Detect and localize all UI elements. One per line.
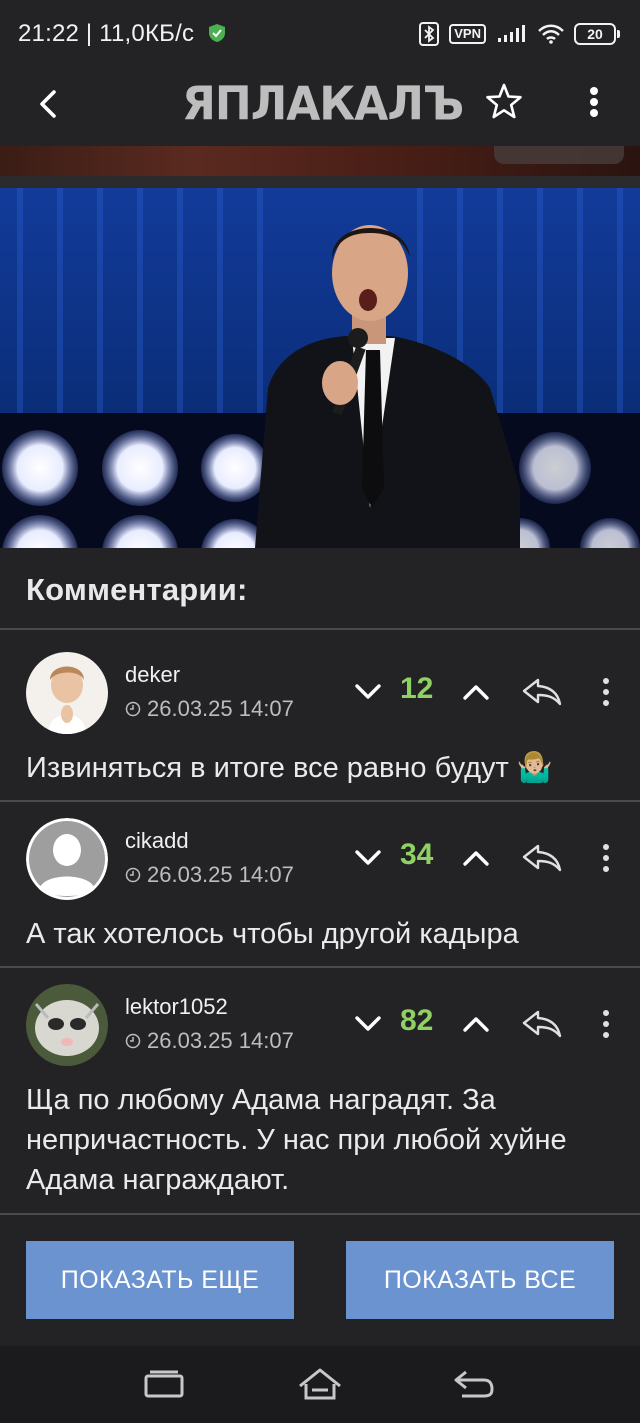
recents-icon[interactable]	[138, 1364, 190, 1404]
system-nav-bar	[0, 1346, 640, 1423]
previous-image-strip	[0, 146, 640, 176]
site-logo[interactable]: ЯПЛАКАЛЪ	[182, 77, 464, 132]
more-vert-icon[interactable]	[578, 80, 610, 124]
back-arrow-icon[interactable]	[28, 82, 72, 126]
chevron-up-icon[interactable]	[460, 676, 492, 708]
nav-back-icon[interactable]	[448, 1364, 500, 1404]
signal-icon	[498, 25, 525, 42]
comments-title: Комментарии:	[26, 572, 248, 607]
comment-score: 12	[400, 672, 434, 705]
image-overlay-pill	[494, 146, 624, 164]
home-icon[interactable]	[294, 1364, 346, 1404]
star-icon[interactable]	[482, 80, 526, 124]
bluetooth-icon	[419, 22, 440, 46]
more-vert-icon[interactable]	[596, 674, 616, 710]
status-time-speed: 21:22 | 11,0КБ/с	[18, 20, 227, 48]
timestamp-text: 26.03.25 14:07	[147, 862, 294, 887]
clock-icon	[125, 867, 141, 883]
status-bar: 21:22 | 11,0КБ/с VPN 20	[0, 0, 640, 70]
comment-timestamp: 26.03.25 14:07	[125, 1028, 294, 1054]
timestamp-text: 26.03.25 14:07	[147, 1028, 294, 1053]
chevron-up-icon[interactable]	[460, 842, 492, 874]
chevron-down-icon[interactable]	[352, 1008, 384, 1040]
comment-item: deker 26.03.25 14:07 12 Извиняться в ито…	[0, 630, 640, 800]
comment-text: Извиняться в итоге все равно будут 🤷🏼‍♂️	[26, 752, 553, 784]
avatar[interactable]	[26, 818, 108, 900]
status-time-text: 21:22 | 11,0КБ/с	[18, 20, 195, 47]
reply-icon[interactable]	[520, 840, 564, 876]
show-more-button[interactable]: ПОКАЗАТЬ ЕЩЕ	[26, 1241, 294, 1319]
comment-score: 82	[400, 1004, 434, 1037]
battery-icon: 20	[574, 23, 620, 45]
more-vert-icon[interactable]	[596, 840, 616, 876]
battery-level: 20	[574, 23, 616, 45]
shield-check-icon	[209, 24, 226, 42]
timestamp-text: 26.03.25 14:07	[147, 696, 294, 721]
status-icons: VPN 20	[419, 22, 620, 46]
image-gap	[0, 176, 640, 188]
comment-item: cikadd 26.03.25 14:07 34 А так хотелось …	[0, 796, 640, 966]
clock-icon	[125, 1033, 141, 1049]
username[interactable]: lektor1052	[125, 994, 228, 1020]
comment-timestamp: 26.03.25 14:07	[125, 696, 294, 722]
comment-timestamp: 26.03.25 14:07	[125, 862, 294, 888]
logo-text: ЯПЛАКАЛЪ	[182, 77, 464, 132]
vpn-badge: VPN	[449, 24, 486, 44]
avatar[interactable]	[26, 652, 108, 734]
wifi-icon	[538, 24, 564, 44]
more-vert-icon[interactable]	[596, 1006, 616, 1042]
chevron-down-icon[interactable]	[352, 676, 384, 708]
comment-score: 34	[400, 838, 434, 871]
divider	[0, 1213, 640, 1215]
chevron-down-icon[interactable]	[352, 842, 384, 874]
reply-icon[interactable]	[520, 1006, 564, 1042]
photo-illustration	[0, 188, 640, 548]
comment-text: А так хотелось чтобы другой кадыра	[26, 918, 519, 950]
app-bar: ЯПЛАКАЛЪ	[0, 70, 640, 146]
chevron-up-icon[interactable]	[460, 1008, 492, 1040]
username[interactable]: deker	[125, 662, 180, 688]
post-photo[interactable]	[0, 188, 640, 548]
reply-icon[interactable]	[520, 674, 564, 710]
clock-icon	[125, 701, 141, 717]
comment-text: Ща по любому Адама наградят. За непричас…	[26, 1084, 567, 1196]
show-all-button[interactable]: ПОКАЗАТЬ ВСЕ	[346, 1241, 614, 1319]
username[interactable]: cikadd	[125, 828, 189, 854]
avatar[interactable]	[26, 984, 108, 1066]
comment-item: lektor1052 26.03.25 14:07 82 Ща по любом…	[0, 962, 640, 1212]
